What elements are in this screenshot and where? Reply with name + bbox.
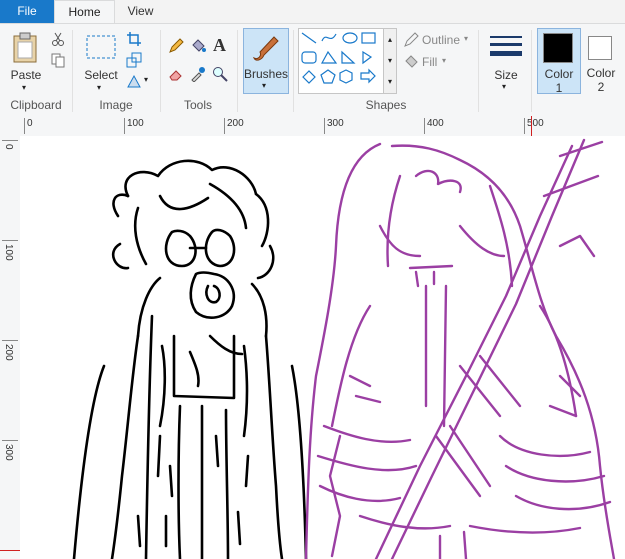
ruler-tick [324,118,325,134]
outline-icon[interactable] [403,32,419,48]
crop-icon[interactable] [126,31,142,47]
color1-label: Color [544,67,574,81]
copy-icon[interactable] [50,52,66,68]
select-button[interactable]: Select ▾ [80,28,122,92]
size-label: Size [494,68,518,82]
select-label: Select [84,68,118,82]
pencil-icon[interactable] [168,38,184,54]
ruler-label: 400 [427,118,444,129]
ruler-tick [2,240,18,241]
fill-label: Fill [422,55,438,69]
fill-bucket-icon[interactable] [190,38,206,54]
ruler-label: 200 [227,118,244,129]
tools-group-label: Tools [183,98,212,112]
ruler-tick [2,440,18,441]
color1-button[interactable]: Color 1 [537,28,581,95]
ruler-label: 0 [27,118,33,129]
magnifier-icon[interactable] [212,66,228,82]
clipboard-icon [13,32,37,63]
ruler-tick [224,118,225,134]
fill-icon[interactable] [403,54,419,70]
color2-label: Color [586,66,616,80]
ruler-label: 500 [527,118,544,129]
cursor-marker [531,116,532,136]
tab-home[interactable]: Home [54,0,115,25]
drawing-canvas[interactable] [20,136,625,559]
ruler-label: 0 [3,144,14,150]
ruler-tick [24,118,25,134]
outline-label: Outline [422,33,461,47]
shapes-gallery[interactable] [298,28,384,94]
color-picker-icon[interactable] [190,66,206,82]
image-group-label: Image [99,98,133,112]
black-figure-sketch [72,159,308,559]
ruler-tick [124,118,125,134]
separator [237,30,238,112]
paste-label: Paste [10,68,42,82]
brushes-dropdown-icon: ▾ [262,81,267,90]
resize-icon[interactable] [126,52,142,68]
paste-button[interactable]: Paste ▾ [6,28,46,92]
separator [293,30,294,112]
line-size-icon [490,36,522,56]
rotate-dropdown-icon[interactable]: ▾ [144,75,148,84]
separator [531,30,532,112]
eraser-icon[interactable] [168,66,184,82]
outline-dropdown-icon[interactable]: ▾ [464,34,468,43]
ruler-label: 100 [3,244,14,261]
cut-icon[interactable] [50,31,66,47]
ruler-tick [424,118,425,134]
select-dropdown-icon[interactable]: ▾ [97,83,101,92]
color2-swatch [588,36,612,60]
size-dropdown-icon: ▾ [502,82,507,91]
brushes-label: Brushes [244,67,289,81]
brush-icon [252,36,279,61]
shapes-group-label: Shapes [365,98,407,112]
paste-dropdown-icon[interactable]: ▾ [22,83,26,92]
shapes-scroll[interactable]: ▴ ▾ ▾ [383,28,397,94]
shapes-icons [301,32,376,84]
ribbon-tabs: File Home View [0,0,625,25]
ruler-label: 200 [3,344,14,361]
separator [478,30,479,112]
ruler-tick [524,118,525,134]
text-icon[interactable]: A [213,35,226,56]
clipboard-group-label: Clipboard [10,98,62,112]
select-rectangle-icon [86,35,116,59]
color2-number: 2 [597,80,605,94]
sketch-drawing [72,138,616,559]
ruler-label: 300 [3,444,14,461]
ribbon: Paste ▾ Clipboard Select ▾ ▾ Image A Too… [0,23,625,118]
horizontal-ruler: 0 100 200 300 400 500 [0,116,625,136]
rotate-icon[interactable] [126,73,142,89]
ruler-label: 100 [127,118,144,129]
vertical-ruler: 0 100 200 300 [0,136,20,559]
ruler-tick [2,140,18,141]
cursor-marker [0,550,20,551]
brushes-button[interactable]: Brushes ▾ [243,28,289,94]
fill-dropdown-icon[interactable]: ▾ [442,56,446,65]
color1-swatch [543,33,573,63]
ruler-label: 300 [327,118,344,129]
color2-button[interactable]: Color 2 [583,28,619,94]
color1-number: 1 [555,81,563,95]
size-button[interactable]: Size ▾ [484,28,528,92]
tab-view[interactable]: View [113,0,168,23]
ruler-tick [2,340,18,341]
purple-figure-sketch [304,138,616,559]
tab-file[interactable]: File [0,0,54,23]
